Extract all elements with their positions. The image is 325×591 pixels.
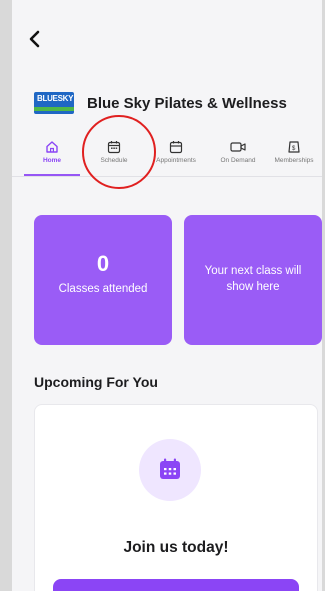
annotation-circle [82,115,156,189]
tab-on-demand[interactable]: On Demand [210,136,266,174]
appointments-icon [169,141,183,154]
tab-appointments[interactable]: Appointments [148,136,204,174]
video-icon [230,142,246,152]
tab-home-label: Home [42,157,62,164]
back-arrow-icon [29,30,40,48]
logo-stripe [34,107,74,111]
active-tab-indicator [24,174,80,176]
studio-header: BLUESKY Blue Sky Pilates & Wellness [34,88,322,118]
studio-name: Blue Sky Pilates & Wellness [87,94,287,112]
tab-home[interactable]: Home [24,136,80,174]
calendar-badge [139,439,201,501]
classes-attended-card: 0 Classes attended [34,215,172,345]
membership-icon: $ [288,141,300,153]
join-button[interactable] [53,579,299,591]
home-icon [46,141,58,153]
svg-text:$: $ [292,146,296,152]
tab-memberships[interactable]: $ Memberships [266,136,322,174]
next-class-label: Your next class will show here [204,265,302,293]
calendar-icon [160,458,180,479]
classes-attended-count: 0 [96,251,110,276]
next-class-card: Your next class will show here [184,215,322,345]
join-card: Join us today! [34,404,318,591]
back-button[interactable] [26,28,46,50]
studio-logo: BLUESKY [34,92,74,114]
tab-memberships-label: Memberships [274,157,314,164]
upcoming-title: Upcoming For You [34,374,158,390]
join-text: Join us today! [123,539,229,556]
logo-text: BLUESKY [37,94,74,103]
app-screen: BLUESKY Blue Sky Pilates & Wellness Home… [12,0,322,591]
tab-appointments-label: Appointments [156,157,196,164]
tab-on-demand-label: On Demand [220,157,256,164]
nav-tabs: Home Schedule Appointments On Demand $ M… [12,132,322,177]
classes-attended-label: Classes attended [58,283,148,295]
